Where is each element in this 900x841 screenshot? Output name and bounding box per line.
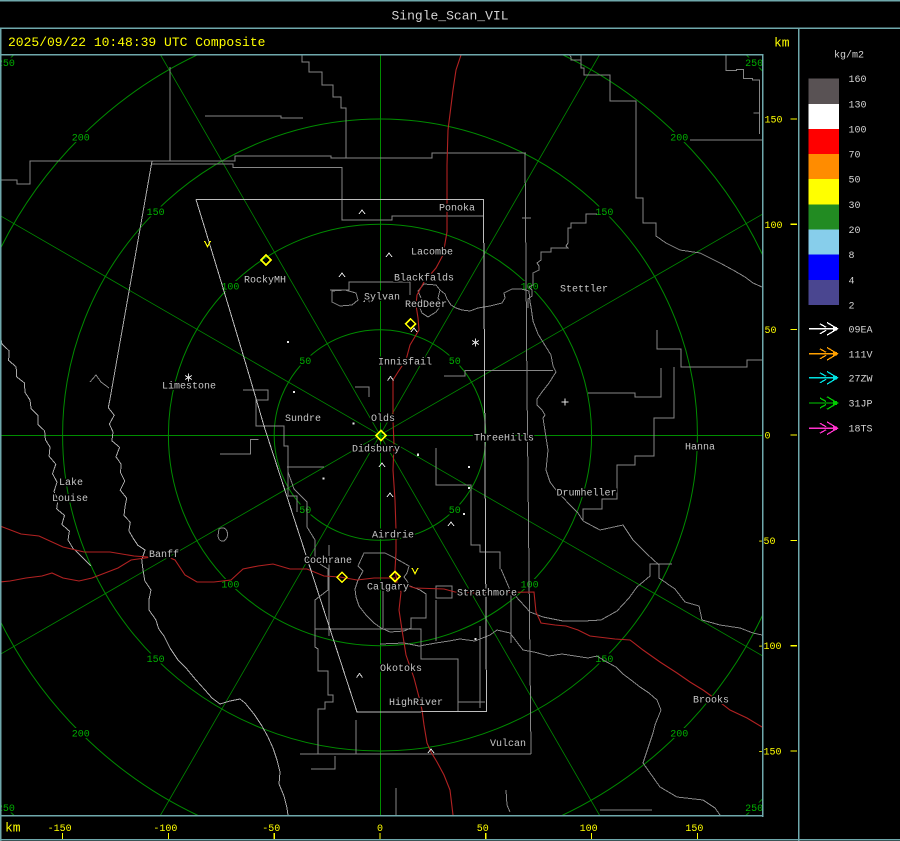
svg-text:RedDeer: RedDeer [405, 299, 447, 311]
svg-text:2025/09/22 10:48:39 UTC Compos: 2025/09/22 10:48:39 UTC Composite [8, 35, 265, 50]
svg-text:Drumheller: Drumheller [557, 488, 617, 500]
svg-text:8: 8 [849, 251, 855, 262]
svg-text:27ZW: 27ZW [849, 374, 873, 385]
svg-text:-50: -50 [262, 824, 280, 835]
svg-text:-150: -150 [48, 824, 72, 835]
svg-text:100: 100 [849, 125, 867, 136]
svg-text:50: 50 [299, 357, 311, 368]
svg-text:250: 250 [0, 59, 15, 70]
svg-text:200: 200 [72, 134, 90, 145]
svg-text:50: 50 [299, 506, 311, 517]
svg-text:50: 50 [449, 506, 461, 517]
svg-text:100: 100 [580, 824, 598, 835]
svg-text:09EA: 09EA [849, 325, 873, 336]
svg-text:100: 100 [221, 581, 239, 592]
svg-text:150: 150 [595, 208, 613, 219]
svg-text:Brooks: Brooks [693, 695, 729, 707]
svg-text:Blackfalds: Blackfalds [394, 273, 454, 285]
svg-text:200: 200 [670, 730, 688, 741]
svg-text:Ponoka: Ponoka [439, 203, 475, 215]
svg-text:50: 50 [449, 357, 461, 368]
svg-text:Sylvan: Sylvan [364, 292, 400, 304]
svg-text:Calgary: Calgary [367, 582, 409, 594]
svg-text:Hanna: Hanna [685, 443, 715, 454]
svg-text:Cochrane: Cochrane [304, 555, 352, 567]
svg-text:50: 50 [849, 176, 861, 187]
svg-text:Vulcan: Vulcan [490, 738, 526, 750]
svg-text:50: 50 [477, 824, 489, 835]
svg-text:0: 0 [765, 432, 771, 443]
svg-text:Innisfail: Innisfail [378, 357, 432, 369]
svg-text:150: 150 [147, 655, 165, 666]
svg-text:70: 70 [849, 151, 861, 162]
svg-text:Louise: Louise [52, 493, 88, 505]
svg-text:Lacombe: Lacombe [411, 247, 453, 259]
svg-text:150: 150 [685, 824, 703, 835]
svg-text:150: 150 [147, 208, 165, 219]
svg-text:0: 0 [377, 824, 383, 835]
svg-text:100: 100 [765, 221, 783, 232]
svg-text:4: 4 [849, 276, 855, 287]
svg-text:Lake: Lake [59, 477, 83, 489]
svg-text:RockyMH: RockyMH [244, 275, 286, 287]
svg-text:Banff: Banff [149, 549, 179, 561]
svg-text:250: 250 [0, 804, 15, 815]
svg-text:18TS: 18TS [849, 425, 873, 436]
svg-text:20: 20 [849, 226, 861, 237]
svg-text:Strathmore: Strathmore [457, 588, 517, 600]
svg-text:50: 50 [765, 326, 777, 337]
svg-text:-100: -100 [758, 642, 782, 653]
svg-text:160: 160 [849, 75, 867, 86]
svg-text:-50: -50 [758, 537, 776, 548]
svg-text:200: 200 [670, 134, 688, 145]
svg-text:250: 250 [745, 804, 763, 815]
svg-text:Stettler: Stettler [560, 284, 608, 296]
svg-text:Didsbury: Didsbury [352, 444, 400, 456]
svg-text:31JP: 31JP [849, 400, 873, 411]
svg-text:150: 150 [765, 116, 783, 127]
svg-text:Airdrie: Airdrie [372, 530, 414, 542]
svg-text:Sundre: Sundre [285, 413, 321, 425]
svg-text:Single_Scan_VIL: Single_Scan_VIL [391, 9, 508, 24]
svg-text:-150: -150 [758, 748, 782, 759]
svg-text:km: km [5, 821, 21, 836]
svg-text:250: 250 [745, 59, 763, 70]
svg-text:ThreeHills: ThreeHills [474, 433, 534, 445]
svg-text:200: 200 [72, 730, 90, 741]
svg-text:2: 2 [849, 302, 855, 313]
svg-text:Olds: Olds [371, 413, 395, 425]
svg-text:-100: -100 [153, 824, 177, 835]
svg-text:130: 130 [849, 100, 867, 111]
svg-text:km: km [774, 36, 790, 51]
svg-text:Okotoks: Okotoks [380, 663, 422, 675]
svg-text:Limestone: Limestone [162, 381, 216, 393]
svg-text:30: 30 [849, 201, 861, 212]
svg-text:kg/m2: kg/m2 [834, 50, 864, 62]
svg-text:111V: 111V [849, 350, 873, 361]
svg-text:HighRiver: HighRiver [389, 697, 443, 709]
